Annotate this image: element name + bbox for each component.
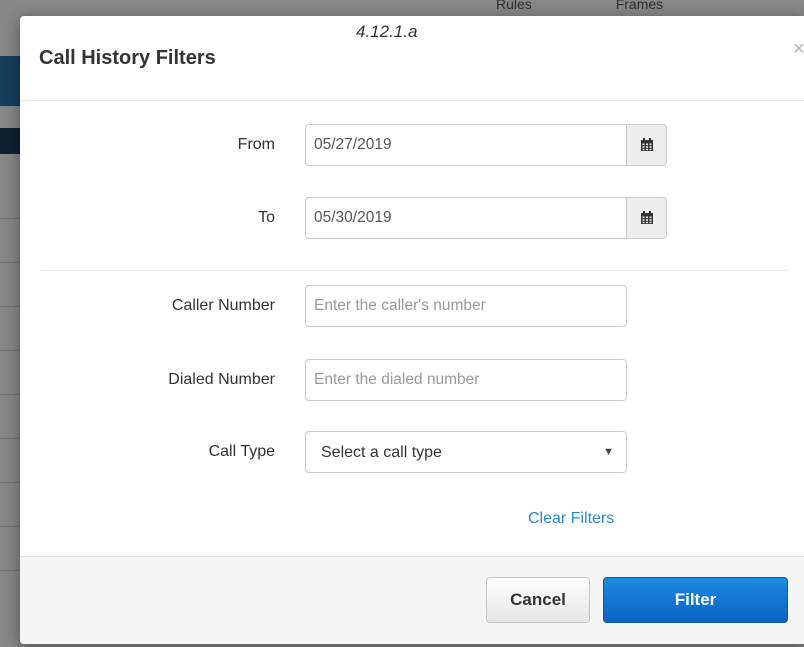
call-type-label: Call Type [208, 443, 275, 460]
caller-number-input[interactable] [305, 285, 627, 327]
cancel-button[interactable]: Cancel [486, 577, 590, 623]
from-calendar-button[interactable] [627, 124, 667, 166]
dialed-number-row: Dialed Number [20, 359, 804, 401]
figure-label: 4.12.1.a [356, 22, 418, 41]
modal-title: Call History Filters [39, 47, 216, 69]
from-row: From [20, 124, 804, 166]
form-divider [41, 270, 788, 271]
caller-number-row: Caller Number [20, 285, 804, 327]
call-type-select[interactable]: Select a call type ▼ [305, 431, 627, 473]
to-label: To [258, 209, 275, 226]
chevron-down-icon: ▼ [603, 446, 614, 458]
calendar-icon [640, 138, 653, 151]
dialed-number-label: Dialed Number [168, 371, 275, 388]
call-type-selected-value: Select a call type [321, 444, 442, 461]
from-label: From [237, 136, 275, 153]
to-calendar-button[interactable] [627, 197, 667, 239]
caller-number-label: Caller Number [171, 297, 275, 314]
from-date-input[interactable] [305, 124, 627, 166]
modal-footer: Cancel Filter [20, 556, 804, 644]
close-button[interactable]: × [793, 38, 804, 61]
to-row: To [20, 197, 804, 239]
filter-button[interactable]: Filter [603, 577, 788, 623]
to-date-input[interactable] [305, 197, 627, 239]
call-history-filters-dialog: Call History Filters × From To [20, 16, 804, 644]
clear-filters-link[interactable]: Clear Filters [528, 510, 614, 528]
call-type-row: Call Type Select a call type ▼ [20, 431, 804, 473]
calendar-icon [640, 211, 653, 224]
dialed-number-input[interactable] [305, 359, 627, 401]
